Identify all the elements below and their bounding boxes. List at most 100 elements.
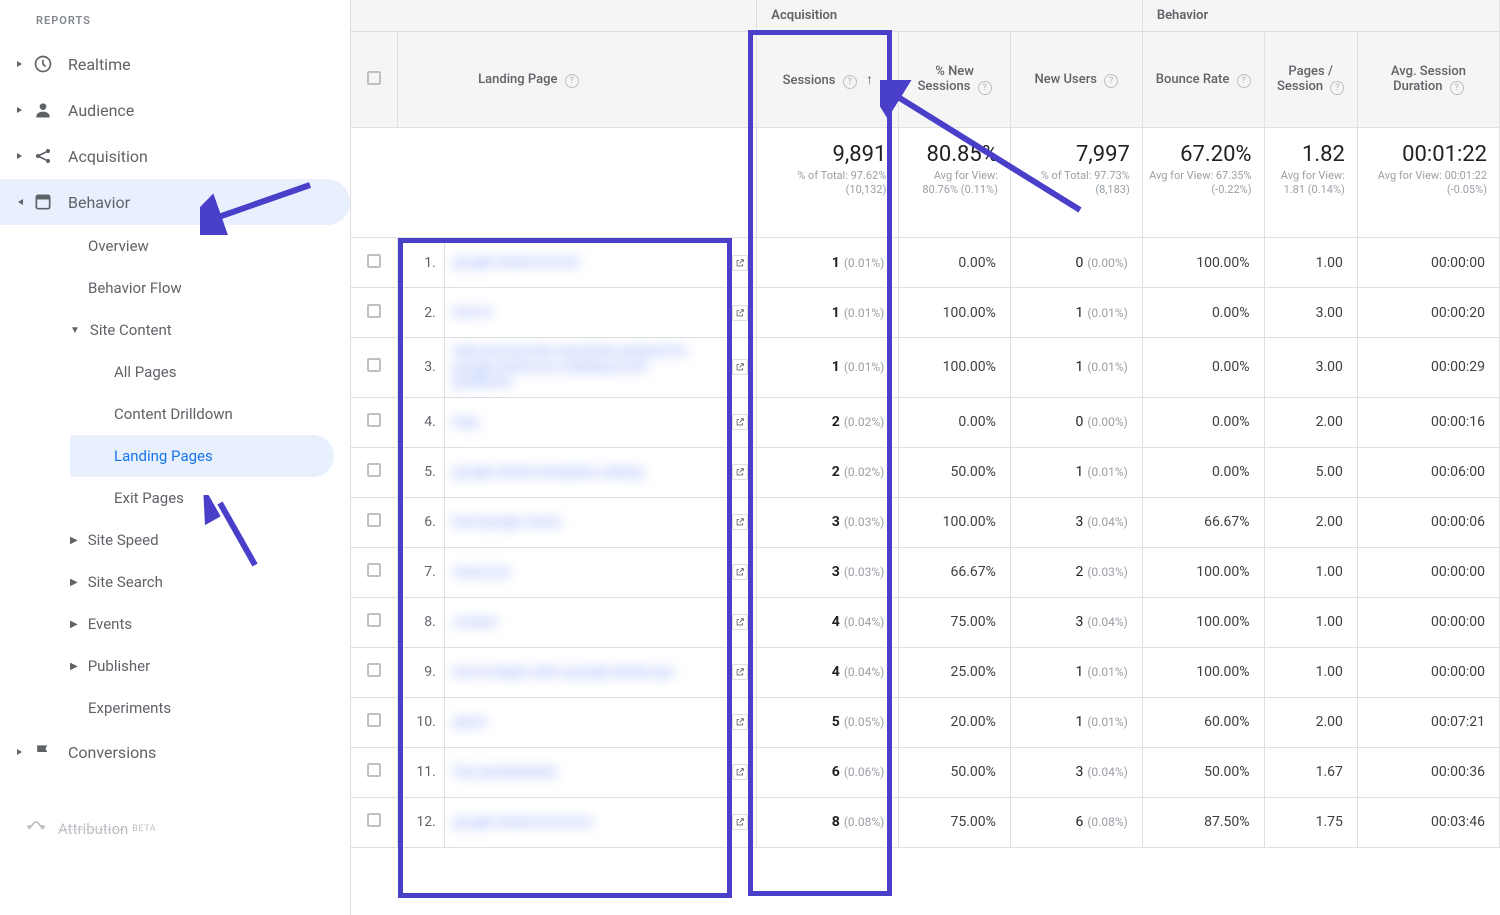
col-header-pct-new-sessions[interactable]: % New Sessions ? xyxy=(899,32,1011,128)
share-icon xyxy=(30,145,56,167)
sub-item-overview[interactable]: Overview xyxy=(70,225,350,267)
sub-item-publisher[interactable]: ▶Publisher xyxy=(70,645,350,687)
pct-new-cell: 100.00% xyxy=(899,338,1011,398)
col-header-label: Pages / Session xyxy=(1277,64,1333,94)
sub-item-site-speed[interactable]: ▶Site Speed xyxy=(70,519,350,561)
landing-page-link[interactable]: best-google-charts xyxy=(453,515,562,531)
sub-item-events[interactable]: ▶Events xyxy=(70,603,350,645)
row-checkbox[interactable] xyxy=(367,813,381,827)
row-checkbox[interactable] xyxy=(367,763,381,777)
col-header-landing-page[interactable]: Landing Page ? xyxy=(398,32,757,128)
row-checkbox[interactable] xyxy=(367,613,381,627)
landing-page-link[interactable]: google-sheets-functions xyxy=(453,815,593,831)
landing-page-cell[interactable]: google-sheets-templates-catalog xyxy=(444,447,756,497)
row-checkbox[interactable] xyxy=(367,563,381,577)
nav-item-acquisition[interactable]: Acquisition xyxy=(0,133,350,179)
landing-page-link[interactable]: how-to xyxy=(453,305,492,321)
col-header-pages-per-session[interactable]: Pages / Session ? xyxy=(1264,32,1357,128)
help-icon[interactable]: ? xyxy=(1330,81,1344,95)
external-link-icon[interactable] xyxy=(732,714,748,730)
nav-item-realtime[interactable]: Realtime xyxy=(0,41,350,87)
external-link-icon[interactable] xyxy=(732,564,748,580)
new-users-cell: 3(0.04%) xyxy=(1010,597,1142,647)
col-header-label: New Users xyxy=(1034,72,1097,87)
landing-page-cell[interactable]: how-to xyxy=(444,288,756,338)
landing-page-cell[interactable]: blog xyxy=(444,397,756,447)
landing-page-link[interactable]: free-spreadsheets xyxy=(453,765,557,781)
col-header-bounce-rate[interactable]: Bounce Rate ? xyxy=(1142,32,1264,128)
sub-item-all-pages[interactable]: All Pages xyxy=(70,351,350,393)
new-users-cell: 0(0.00%) xyxy=(1010,397,1142,447)
landing-page-cell[interactable]: free-spreadsheets xyxy=(444,747,756,797)
landing-page-cell[interactable]: contact xyxy=(444,597,756,647)
external-link-icon[interactable] xyxy=(732,305,748,321)
help-icon[interactable]: ? xyxy=(1450,81,1464,95)
help-icon[interactable]: ? xyxy=(843,75,857,89)
landing-page-link[interactable]: google-sheets-tutorial xyxy=(453,255,579,271)
external-link-icon[interactable] xyxy=(732,814,748,830)
landing-page-link[interactable]: about xyxy=(453,715,486,731)
nav-item-audience[interactable]: Audience xyxy=(0,87,350,133)
col-header-sessions[interactable]: Sessions ? ↑ xyxy=(757,32,899,128)
sub-item-site-content[interactable]: ▼ Site Content xyxy=(70,309,350,351)
landing-page-cell[interactable]: how-to-begin-with-a-google-sheets-api xyxy=(444,647,756,697)
help-icon[interactable]: ? xyxy=(1237,74,1251,88)
row-checkbox[interactable] xyxy=(367,358,381,372)
landing-page-link[interactable]: how-to-begin-with-a-google-sheets-api xyxy=(453,665,673,681)
external-link-icon[interactable] xyxy=(732,414,748,430)
landing-page-link[interactable]: resources xyxy=(453,565,510,581)
landing-page-link[interactable]: google-sheets-templates-catalog xyxy=(453,465,643,481)
sub-item-behavior-flow[interactable]: Behavior Flow xyxy=(70,267,350,309)
help-icon[interactable]: ? xyxy=(565,74,579,88)
select-all-checkbox[interactable] xyxy=(367,71,381,85)
external-link-icon[interactable] xyxy=(732,614,748,630)
row-checkbox[interactable] xyxy=(367,663,381,677)
row-checkbox[interactable] xyxy=(367,254,381,268)
pps-cell: 3.00 xyxy=(1264,288,1357,338)
external-link-icon[interactable] xyxy=(732,514,748,530)
row-checkbox[interactable] xyxy=(367,463,381,477)
landing-page-link[interactable]: contact xyxy=(453,615,497,631)
new-users-cell: 1(0.01%) xyxy=(1010,647,1142,697)
external-link-icon[interactable] xyxy=(732,359,748,375)
landing-page-cell[interactable]: google-sheets-functions xyxy=(444,797,756,847)
help-icon[interactable]: ? xyxy=(1104,74,1118,88)
landing-page-cell[interactable]: resources xyxy=(444,547,756,597)
landing-page-cell[interactable]: google-sheets-tutorial xyxy=(444,238,756,288)
summary-sessions: 9,891% of Total: 97.62% (10,132) xyxy=(757,128,899,238)
row-index: 12. xyxy=(398,797,445,847)
landing-page-link[interactable]: blog xyxy=(453,415,478,431)
landing-page-cell[interactable]: about xyxy=(444,697,756,747)
col-header-avg-session-duration[interactable]: Avg. Session Duration ? xyxy=(1357,32,1499,128)
summary-new-users: 7,997% of Total: 97.73% (8,183) xyxy=(1010,128,1142,238)
row-checkbox[interactable] xyxy=(367,304,381,318)
bounce-cell: 100.00% xyxy=(1142,238,1264,288)
landing-page-cell[interactable]: best-google-charts xyxy=(444,497,756,547)
pps-cell: 1.00 xyxy=(1264,647,1357,697)
help-icon[interactable]: ? xyxy=(978,81,992,95)
sub-item-exit-pages[interactable]: Exit Pages xyxy=(70,477,350,519)
row-checkbox[interactable] xyxy=(367,513,381,527)
bounce-cell: 0.00% xyxy=(1142,338,1264,398)
sessions-cell: 2(0.02%) xyxy=(757,397,899,447)
nav-item-behavior[interactable]: Behavior xyxy=(0,179,350,225)
sub-item-experiments[interactable]: Experiments xyxy=(70,687,350,729)
nav-item-attribution[interactable]: Attribution BETA xyxy=(0,805,350,853)
bounce-cell: 0.00% xyxy=(1142,447,1264,497)
clock-icon xyxy=(30,53,56,75)
row-checkbox[interactable] xyxy=(367,713,381,727)
external-link-icon[interactable] xyxy=(732,255,748,271)
nav-item-conversions[interactable]: Conversions xyxy=(0,729,350,775)
duration-cell: 00:00:36 xyxy=(1357,747,1499,797)
landing-page-link[interactable]: help-and-tutorials-standards-adopted-for… xyxy=(453,344,703,391)
sub-item-content-drilldown[interactable]: Content Drilldown xyxy=(70,393,350,435)
external-link-icon[interactable] xyxy=(732,464,748,480)
landing-page-cell[interactable]: help-and-tutorials-standards-adopted-for… xyxy=(444,338,756,398)
sub-item-site-search[interactable]: ▶Site Search xyxy=(70,561,350,603)
duration-cell: 00:00:29 xyxy=(1357,338,1499,398)
external-link-icon[interactable] xyxy=(732,764,748,780)
col-header-new-users[interactable]: New Users ? xyxy=(1010,32,1142,128)
sub-item-landing-pages[interactable]: Landing Pages xyxy=(70,435,334,477)
row-checkbox[interactable] xyxy=(367,413,381,427)
external-link-icon[interactable] xyxy=(732,664,748,680)
